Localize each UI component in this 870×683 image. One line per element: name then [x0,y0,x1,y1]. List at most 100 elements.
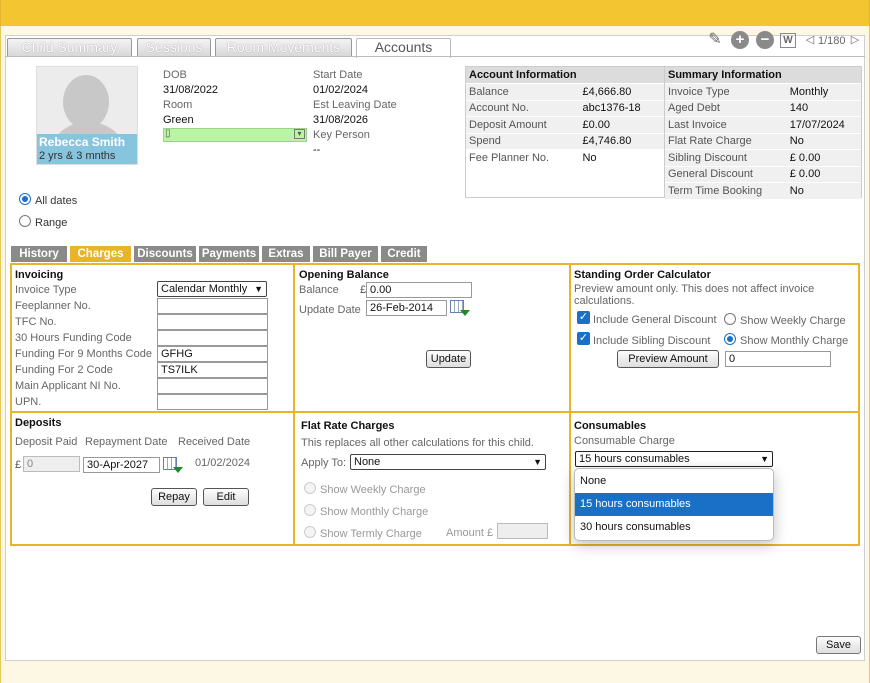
preview-amount-button[interactable]: Preview Amount [617,350,719,368]
deposit-currency: £ [15,459,22,471]
deposits-section [10,411,295,546]
flat-termly-radio[interactable] [304,526,316,538]
subtab-payments[interactable]: Payments [199,246,259,262]
invoice-type-field-label: Invoice Type [15,284,77,296]
flat-weekly-radio[interactable] [304,482,316,494]
flat-monthly-radio[interactable] [304,504,316,516]
tab-accounts[interactable]: Accounts [356,38,451,58]
tfc-label: TFC No. [15,316,57,328]
flat-rate-value: No [786,133,861,150]
deposit-amount-value: £0.00 [579,116,664,134]
fee-planner-label: Fee Planner No. [466,149,580,167]
invoice-type-label: Invoice Type [665,83,787,101]
subtab-credit[interactable]: Credit [381,246,427,262]
flat-monthly-label: Show Monthly Charge [320,506,429,518]
room-value: Green [163,114,194,126]
aged-debt-value: 140 [786,100,861,117]
standing-order-title: Standing Order Calculator [574,269,711,281]
subtab-bill-payer[interactable]: Bill Payer [313,246,378,262]
update-button[interactable]: Update [426,350,471,368]
flat-rate-note: This replaces all other calculations for… [301,437,534,449]
remove-icon[interactable]: − [756,31,774,49]
term-time-value: No [786,182,861,200]
top-banner [0,0,870,26]
chevron-down-icon: ▼ [760,454,769,464]
sibling-discount-label: Sibling Discount [665,149,787,167]
option-15-hours[interactable]: 15 hours consumables [575,493,773,516]
tab-sessions[interactable]: Sessions [137,38,211,56]
flat-amount-input[interactable] [497,523,548,539]
opening-balance-label: Balance [299,284,339,296]
account-information-box: Account Information Balance £4,666.80 Acc… [465,66,665,198]
tab-child-summary[interactable]: Child Summary [7,38,132,56]
repayment-date-input[interactable]: 30-Apr-2027 [83,457,160,473]
ni-no-input[interactable] [157,378,268,394]
consumables-dropdown: None 15 hours consumables 30 hours consu… [574,468,774,541]
funding-2-label: Funding For 2 Code [15,364,113,376]
preview-amount-input[interactable]: 0 [725,351,831,367]
save-button[interactable]: Save [816,636,861,654]
child-age: 2 yrs & 3 mnths [39,150,116,162]
include-sibling-checkbox[interactable]: ✓ [577,332,590,345]
amount-label: Amount £ [446,527,494,539]
all-dates-label: All dates [35,195,78,207]
subtab-history[interactable]: History [11,246,67,262]
key-person-label: Key Person [313,129,370,141]
dob-value: 31/08/2022 [163,84,219,96]
repay-button[interactable]: Repay [151,488,197,506]
upn-input[interactable] [157,394,268,410]
tfc-input[interactable] [157,314,268,330]
next-icon[interactable]: ▷ [846,31,864,49]
flat-rate-label: Flat Rate Charge [665,133,787,150]
subtab-discounts[interactable]: Discounts [134,246,196,262]
include-general-checkbox[interactable]: ✓ [577,311,590,324]
show-weekly-radio[interactable] [724,313,736,325]
sibling-discount-value: £ 0.00 [786,149,861,167]
show-weekly-label: Show Weekly Charge [740,315,846,327]
start-date-label: Start Date [313,69,363,81]
subtab-extras[interactable]: Extras [262,246,310,262]
spend-label: Spend [466,133,580,150]
expand-icon[interactable]: ▾ [294,129,305,139]
funding-9-input[interactable]: GFHG [157,346,268,362]
tab-room-movements[interactable]: Room Movements [215,38,352,56]
deposit-paid-input[interactable]: 0 [23,456,80,472]
summary-info-title: Summary Information [665,67,861,84]
feeplanner-input[interactable] [157,298,268,314]
funding-2-input[interactable]: TS7ILK [157,362,268,378]
subtab-charges[interactable]: Charges [70,246,131,262]
invoice-type-select[interactable]: Calendar Monthly ▼ [157,281,267,297]
calendar-icon[interactable] [163,457,183,473]
consumable-charge-select[interactable]: 15 hours consumables ▼ [575,451,773,467]
update-date-input[interactable]: 26-Feb-2014 [366,300,447,316]
prev-icon[interactable]: ◁ [801,31,819,49]
all-dates-radio[interactable] [19,193,31,205]
last-invoice-label: Last Invoice [665,116,787,134]
funding-9-label: Funding For 9 Months Code [15,348,152,360]
add-icon[interactable]: + [731,31,749,49]
opening-balance-input[interactable]: 0.00 [366,282,472,298]
phone-icon: ▯ [165,128,171,139]
pencil-icon[interactable]: ✎ [706,31,724,49]
invoice-type-value: Monthly [786,83,861,101]
opening-balance-title: Opening Balance [299,269,389,281]
edit-button[interactable]: Edit [203,488,249,506]
balance-value: £4,666.80 [579,83,664,101]
document-icon[interactable]: W [780,33,796,48]
option-30-hours[interactable]: 30 hours consumables [575,516,773,539]
received-date-value: 01/02/2024 [195,457,251,469]
pager-count: 1/180 [818,35,846,47]
range-radio[interactable] [19,215,31,227]
summary-information-box: Summary Information Invoice Type Monthly … [664,66,862,200]
calendar-icon[interactable] [450,300,470,316]
show-monthly-label: Show Monthly Charge [740,335,849,347]
funding-30-input[interactable] [157,330,268,346]
option-none[interactable]: None [575,470,773,493]
apply-to-selected: None [354,456,381,468]
leaving-date-value: 31/08/2026 [313,114,369,126]
account-no-label: Account No. [466,100,580,117]
apply-to-select[interactable]: None ▼ [350,454,546,470]
deposit-paid-label: Deposit Paid [15,436,78,448]
show-monthly-radio[interactable] [724,333,736,345]
received-date-label: Received Date [178,436,251,448]
